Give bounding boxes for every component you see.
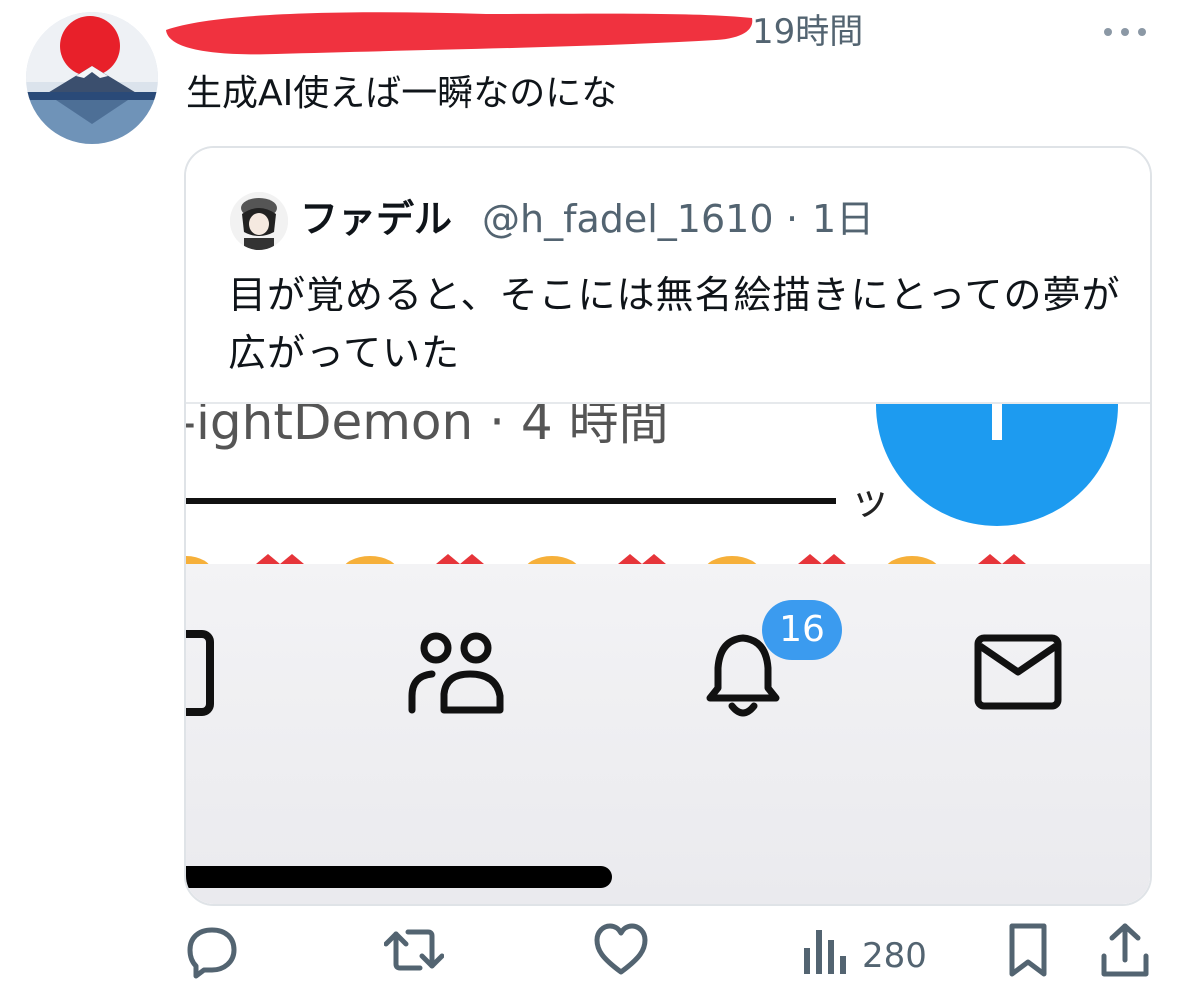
bookmark-icon[interactable] (1006, 920, 1050, 980)
communities-icon (408, 632, 504, 714)
tweet-text: 生成AI使えば一瞬なのにな (186, 73, 618, 114)
notification-badge: 16 (762, 600, 842, 660)
retweet-icon[interactable] (384, 920, 444, 980)
attached-screenshot[interactable]: -ightDemon · 4 時間 ッ 16 (186, 404, 1150, 904)
partial-square-icon (186, 630, 214, 716)
tweet-timestamp[interactable]: 19時間 (752, 10, 863, 54)
screenshot-tail-char: ッ (850, 478, 890, 524)
tweet-action-bar (0, 920, 1179, 990)
quoted-author-avatar[interactable] (230, 192, 288, 250)
more-dots-icon[interactable] (1102, 24, 1148, 40)
plus-icon (992, 404, 1002, 440)
heart-icon[interactable] (594, 920, 648, 980)
quoted-handle[interactable]: @h_fadel_1610 (482, 194, 774, 244)
reply-icon[interactable] (186, 920, 238, 980)
quoted-tweet-header: ファデル @h_fadel_1610 · 1日 目が覚めると、そこには無名絵描き… (186, 148, 1150, 404)
views-icon[interactable] (802, 920, 846, 980)
quoted-display-name[interactable]: ファデル (300, 194, 452, 244)
screenshot-username-text: -ightDemon · 4 時間 (186, 404, 669, 451)
share-icon[interactable] (1100, 920, 1150, 980)
quoted-tweet[interactable]: ファデル @h_fadel_1610 · 1日 目が覚めると、そこには無名絵描き… (184, 146, 1152, 906)
quoted-separator: · (786, 197, 799, 241)
author-avatar[interactable] (26, 12, 158, 144)
app-nav-bar (186, 564, 1150, 904)
mail-icon (974, 634, 1062, 710)
redacted-username (166, 12, 753, 55)
quoted-tweet-text: 目が覚めると、そこには無名絵描きにとっての夢が広がっていた (228, 273, 1121, 375)
quoted-time[interactable]: 1日 (812, 194, 874, 244)
home-indicator (186, 866, 612, 888)
screenshot-long-dash (186, 498, 836, 504)
views-count[interactable]: 280 (862, 934, 927, 978)
